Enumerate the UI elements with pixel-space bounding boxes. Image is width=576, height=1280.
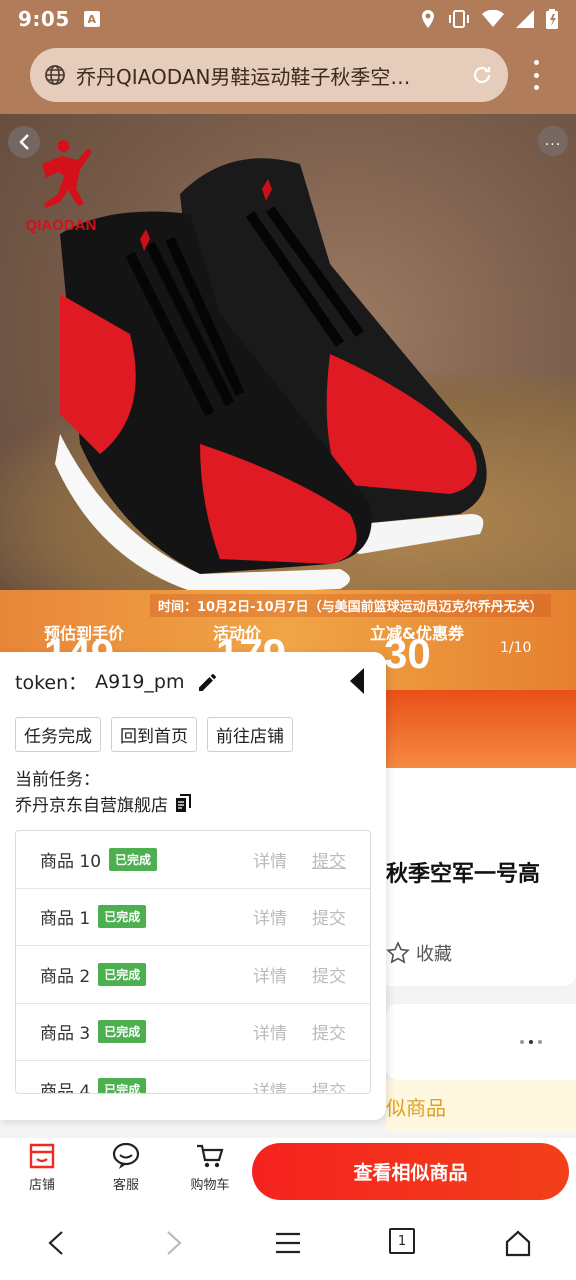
table-row: 商品 10 已完成 详情 提交 — [16, 831, 370, 889]
tabs-button[interactable]: 1 — [389, 1228, 415, 1254]
tab-count: 1 — [397, 1233, 407, 1249]
cart-button[interactable]: 购物车 — [180, 1142, 240, 1193]
status-bar: 9:05 A — [0, 0, 576, 38]
current-task-row: 乔丹京东自营旗舰店 — [15, 791, 192, 816]
token-value: A919_pm — [95, 670, 185, 693]
view-similar-button[interactable]: 查看相似商品 — [252, 1143, 569, 1200]
detail-link[interactable]: 详情 — [253, 1077, 287, 1093]
detail-link[interactable]: 详情 — [253, 962, 287, 987]
bottom-action-bar: 店铺 客服 购物车 查看相似商品 — [0, 1138, 576, 1208]
table-row: 商品 4 已完成 详情 提交 — [16, 1061, 370, 1094]
reload-icon[interactable] — [470, 63, 494, 87]
detail-link[interactable]: 详情 — [253, 1019, 287, 1044]
submit-link[interactable]: 提交 — [312, 1019, 346, 1044]
status-badge: 已完成 — [98, 962, 147, 986]
wifi-icon — [482, 10, 504, 27]
submit-link[interactable]: 提交 — [312, 962, 346, 987]
favorite-button[interactable]: 收藏 — [386, 940, 452, 966]
pencil-icon[interactable] — [196, 671, 218, 693]
favorite-label: 收藏 — [416, 944, 452, 965]
address-bar[interactable]: 乔丹QIAODAN男鞋运动鞋子秋季空… — [30, 48, 508, 102]
submit-link[interactable]: 提交 — [312, 904, 346, 929]
notification-icon: A — [83, 11, 100, 27]
status-badge: 已完成 — [109, 847, 158, 871]
home-icon[interactable] — [504, 1228, 532, 1258]
more-button[interactable]: ... — [538, 126, 568, 156]
back-button[interactable] — [8, 126, 40, 158]
item-name: 商品 3 — [40, 1024, 91, 1045]
submit-link[interactable]: 提交 — [312, 847, 346, 872]
back-icon[interactable] — [44, 1228, 68, 1258]
battery-icon — [546, 9, 558, 29]
location-icon — [422, 10, 434, 28]
product-image[interactable]: QIAODAN ... — [0, 114, 576, 654]
chevron-left-icon — [19, 134, 29, 150]
forward-icon[interactable] — [162, 1228, 186, 1258]
copy-icon[interactable] — [174, 793, 192, 814]
item-name: 商品 4 — [40, 1081, 91, 1094]
globe-icon — [45, 65, 65, 85]
star-icon — [386, 941, 410, 964]
options-card — [386, 1004, 576, 1080]
table-row: 商品 1 已完成 详情 提交 — [16, 889, 370, 946]
status-icons — [420, 9, 558, 29]
token-row: token： A919_pm — [15, 668, 218, 695]
chat-icon — [112, 1142, 140, 1169]
cart-icon — [197, 1144, 224, 1168]
similar-label: 似商品 — [386, 1095, 446, 1120]
page-title: 乔丹QIAODAN男鞋运动鞋子秋季空… — [76, 64, 411, 89]
browser-menu-button[interactable] — [526, 60, 546, 90]
cart-label: 购物车 — [190, 1178, 230, 1193]
more-dots-icon[interactable] — [520, 1040, 542, 1044]
submit-link[interactable]: 提交 — [312, 1077, 346, 1093]
brand-logo-text: QIAODAN — [25, 217, 97, 234]
promo-time: 时间：10月2日-10月7日（与美国前篮球运动员迈克尔乔丹无关） — [150, 594, 551, 617]
table-row: 商品 3 已完成 详情 提交 — [16, 1004, 370, 1061]
status-badge: 已完成 — [98, 905, 147, 929]
panel-actions: 任务完成 回到首页 前往店铺 — [15, 717, 293, 752]
go-to-store-button[interactable]: 前往店铺 — [207, 717, 293, 752]
detail-link[interactable]: 详情 — [253, 904, 287, 929]
browser-toolbar: 乔丹QIAODAN男鞋运动鞋子秋季空… — [0, 38, 576, 114]
product-title: 秋季空军一号高 — [386, 862, 541, 887]
menu-icon[interactable] — [274, 1228, 302, 1258]
shop-button[interactable]: 店铺 — [12, 1142, 72, 1193]
item-name: 商品 10 — [40, 851, 102, 872]
shop-label: 店铺 — [28, 1178, 55, 1193]
browser-nav-bar: 1 — [0, 1208, 576, 1280]
current-task-label: 当前任务： — [15, 770, 100, 790]
item-name: 商品 1 — [40, 909, 91, 930]
red-decor-band — [380, 690, 576, 768]
item-name: 商品 2 — [40, 966, 91, 987]
status-time: 9:05 — [18, 7, 70, 31]
token-label: token： — [15, 672, 88, 694]
table-row: 商品 2 已完成 详情 提交 — [16, 946, 370, 1004]
detail-link[interactable]: 详情 — [253, 847, 287, 872]
vibrate-icon — [449, 10, 469, 28]
image-counter: 1/10 — [500, 640, 532, 656]
status-badge: 已完成 — [98, 1077, 147, 1093]
discount-value: 30 — [384, 630, 431, 677]
service-label: 客服 — [112, 1178, 139, 1193]
task-list: 商品 10 已完成 详情 提交 商品 1 已完成 详情 提交 商品 2 已完成 … — [15, 830, 371, 1094]
collapse-triangle-icon[interactable] — [348, 666, 366, 696]
shop-icon — [29, 1143, 55, 1169]
task-complete-button[interactable]: 任务完成 — [15, 717, 101, 752]
similar-products-banner[interactable]: 似商品 — [386, 1080, 576, 1132]
back-home-button[interactable]: 回到首页 — [111, 717, 197, 752]
task-panel: token： A919_pm 任务完成 回到首页 前往店铺 当前任务： 乔丹京东… — [0, 652, 386, 1120]
current-task-name: 乔丹京东自营旗舰店 — [15, 796, 168, 816]
customer-service-button[interactable]: 客服 — [96, 1142, 156, 1193]
signal-icon — [516, 10, 534, 28]
status-badge: 已完成 — [98, 1020, 147, 1044]
